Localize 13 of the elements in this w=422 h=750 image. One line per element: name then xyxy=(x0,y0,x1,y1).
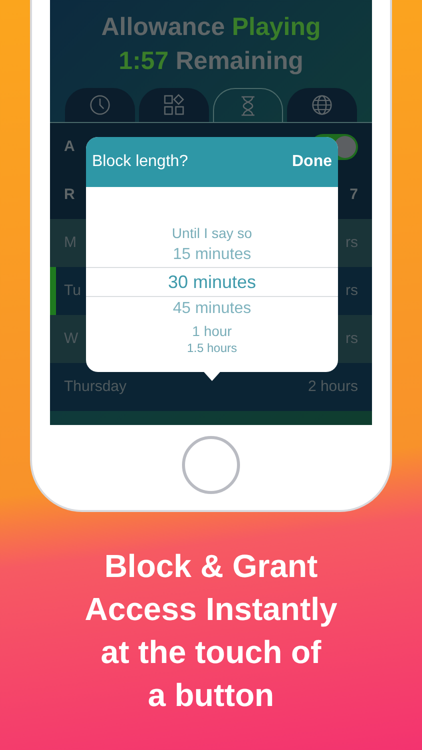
row-label: R xyxy=(64,184,75,205)
row-label: Thursday xyxy=(64,376,127,397)
status-text: 1:57 xyxy=(118,46,169,76)
tagline: Block & Grant Access Instantly at the touch of a button xyxy=(84,547,338,715)
row-value: 7 xyxy=(350,184,358,205)
row-label: A xyxy=(64,136,75,157)
row-value: 2 hours xyxy=(308,376,358,397)
row-label: Tu xyxy=(64,280,81,301)
status-text: Playing xyxy=(232,12,321,42)
title-text: Remaining xyxy=(176,46,304,76)
title-text: Allowance xyxy=(101,12,225,42)
row-value: rs xyxy=(346,280,358,301)
popup-title: Block length? xyxy=(92,152,188,172)
